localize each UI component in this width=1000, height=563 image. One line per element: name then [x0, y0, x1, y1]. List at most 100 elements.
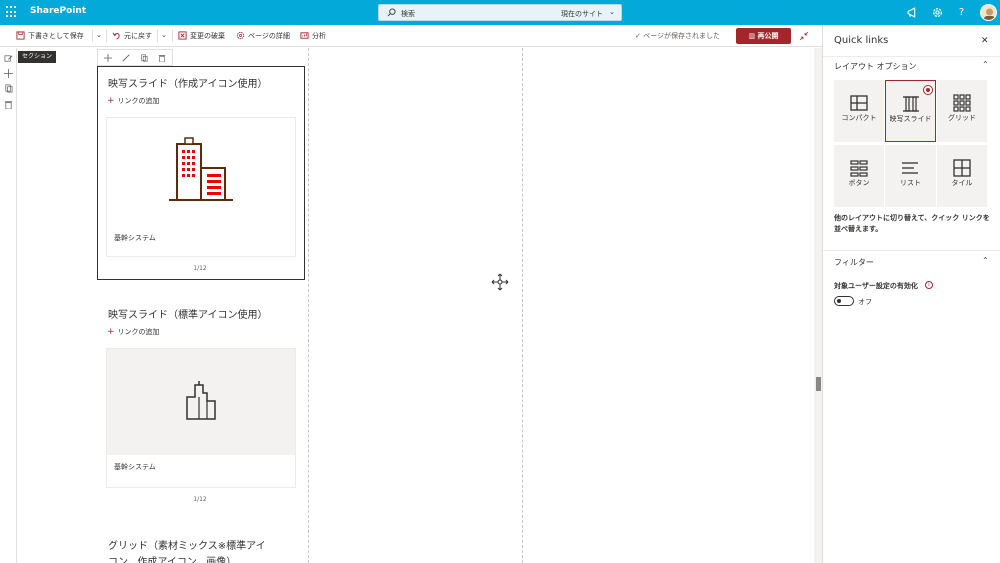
divider — [157, 30, 158, 42]
layout-section-header[interactable]: レイアウト オプション — [834, 61, 917, 72]
divider — [92, 30, 93, 42]
move-icon[interactable] — [4, 69, 13, 78]
layout-option-compact[interactable]: コンパクト — [834, 80, 884, 142]
audience-toggle[interactable] — [834, 296, 854, 306]
suite-bar: SharePoint 検索 現在のサイト ⌄ ? — [0, 0, 1000, 25]
layout-label: グリッド — [948, 114, 976, 122]
plus-icon: + — [107, 327, 115, 337]
layout-label: リスト — [900, 179, 921, 187]
building-icon — [186, 381, 216, 420]
megaphone-icon[interactable] — [906, 6, 919, 19]
chevron-down-icon[interactable]: ⌄ — [161, 31, 167, 39]
duplicate-icon[interactable] — [4, 84, 13, 93]
search-box[interactable]: 検索 現在のサイト ⌄ — [378, 4, 622, 21]
page-details-button[interactable]: ページの詳細 — [236, 31, 290, 41]
brand-name[interactable]: SharePoint — [30, 6, 86, 16]
button-icon — [850, 160, 868, 177]
webpart-title[interactable]: グリッド（素材ミックス※標準アイ — [108, 537, 266, 552]
saved-status: ✓ ページが保存されました — [635, 31, 720, 41]
gear-icon — [236, 31, 245, 40]
check-icon: ✓ — [635, 32, 641, 40]
tile-icon — [953, 159, 971, 177]
scrollbar[interactable] — [814, 48, 822, 563]
edit-section-icon[interactable] — [4, 54, 13, 63]
command-bar: 下書きとして保存 ⌄ 元に戻す ⌄ 変更の破棄 ページの詳細 分析 ✓ ページが… — [0, 25, 822, 47]
chevron-up-icon[interactable]: ⌃ — [982, 60, 989, 69]
webpart-title[interactable]: 映写スライド（作成アイコン使用） — [108, 75, 268, 90]
divider — [823, 56, 1000, 57]
analytics-icon — [300, 32, 309, 39]
save-draft-button[interactable]: 下書きとして保存 — [16, 31, 84, 41]
book-icon: ▥ — [748, 32, 756, 40]
add-link-label: リンクの追加 — [117, 328, 160, 336]
help-icon[interactable]: ? — [955, 6, 968, 19]
plus-icon: + — [107, 96, 115, 106]
filter-section-header[interactable]: フィルター — [834, 257, 874, 268]
republish-button[interactable]: ▥ 再公開 — [736, 28, 791, 44]
undo-label: 元に戻す — [124, 32, 152, 40]
pager: 1/12 — [193, 496, 207, 503]
card-image-area — [107, 349, 295, 455]
layout-label: 映写スライド — [889, 115, 932, 123]
webpart-title[interactable]: 映写スライド（標準アイコン使用） — [108, 306, 268, 321]
layout-label: ボタン — [848, 179, 870, 187]
quick-link-card[interactable]: 基幹システム — [106, 117, 296, 257]
move-icon[interactable] — [104, 54, 112, 62]
search-scope[interactable]: 現在のサイト — [561, 9, 603, 19]
webpart-title[interactable]: コン、作成アイコン、画像） — [108, 553, 236, 563]
edit-icon[interactable] — [122, 54, 130, 62]
card-label: 基幹システム — [114, 463, 156, 471]
add-link-label: リンクの追加 — [117, 97, 160, 105]
delete-icon[interactable] — [4, 100, 13, 109]
layout-option-tile[interactable]: タイル — [937, 145, 987, 207]
section-tag: セクション — [18, 51, 57, 63]
analytics-label: 分析 — [312, 32, 326, 40]
audience-targeting-label: 対象ユーザー設定の有効化 — [834, 282, 918, 290]
saved-status-text: ページが保存されました — [643, 32, 720, 40]
republish-label: 再公開 — [757, 32, 779, 40]
chevron-down-icon[interactable]: ⌄ — [609, 8, 615, 16]
undo-icon — [112, 32, 120, 40]
card-label: 基幹システム — [114, 234, 156, 242]
save-icon — [16, 31, 25, 40]
layout-option-filmstrip[interactable]: 映写スライド — [885, 80, 936, 142]
undo-button[interactable]: 元に戻す — [112, 31, 152, 41]
list-icon — [902, 162, 918, 174]
building-icon — [169, 137, 233, 201]
pager: 1/12 — [193, 265, 207, 272]
layout-label: タイル — [951, 179, 973, 187]
app-launcher-icon[interactable] — [6, 6, 18, 18]
quick-link-card[interactable]: 基幹システム — [106, 348, 296, 488]
add-link-button[interactable]: + リンクの追加 — [107, 96, 160, 106]
compact-icon — [850, 95, 868, 111]
search-icon — [387, 8, 396, 17]
search-input[interactable]: 検索 — [401, 9, 415, 19]
add-link-button[interactable]: + リンクの追加 — [107, 327, 160, 337]
discard-label: 変更の破棄 — [190, 32, 225, 40]
scrollbar-thumb[interactable] — [816, 377, 821, 391]
page-details-label: ページの詳細 — [248, 32, 290, 40]
layout-option-button[interactable]: ボタン — [834, 145, 884, 207]
avatar[interactable] — [980, 4, 997, 21]
info-icon[interactable]: i — [925, 281, 933, 289]
column-divider — [522, 48, 523, 563]
move-cursor-icon — [491, 273, 509, 291]
divider — [172, 30, 173, 42]
section-rail — [0, 48, 17, 563]
divider — [823, 250, 1000, 251]
chevron-up-icon[interactable]: ⌃ — [982, 256, 989, 265]
discard-icon — [178, 31, 187, 40]
collapse-icon[interactable] — [799, 31, 809, 41]
selected-radio — [923, 85, 933, 95]
discard-changes-button[interactable]: 変更の破棄 — [178, 31, 225, 41]
layout-option-grid[interactable]: グリッド — [937, 80, 987, 142]
close-icon[interactable]: ✕ — [981, 36, 989, 46]
layout-option-list[interactable]: リスト — [885, 145, 936, 207]
save-draft-label: 下書きとして保存 — [28, 32, 84, 40]
duplicate-icon[interactable] — [140, 54, 148, 62]
delete-icon[interactable] — [158, 54, 166, 62]
analytics-button[interactable]: 分析 — [300, 31, 326, 41]
gear-icon[interactable] — [931, 6, 944, 19]
chevron-down-icon[interactable]: ⌄ — [96, 31, 102, 39]
grid-icon — [953, 94, 971, 112]
